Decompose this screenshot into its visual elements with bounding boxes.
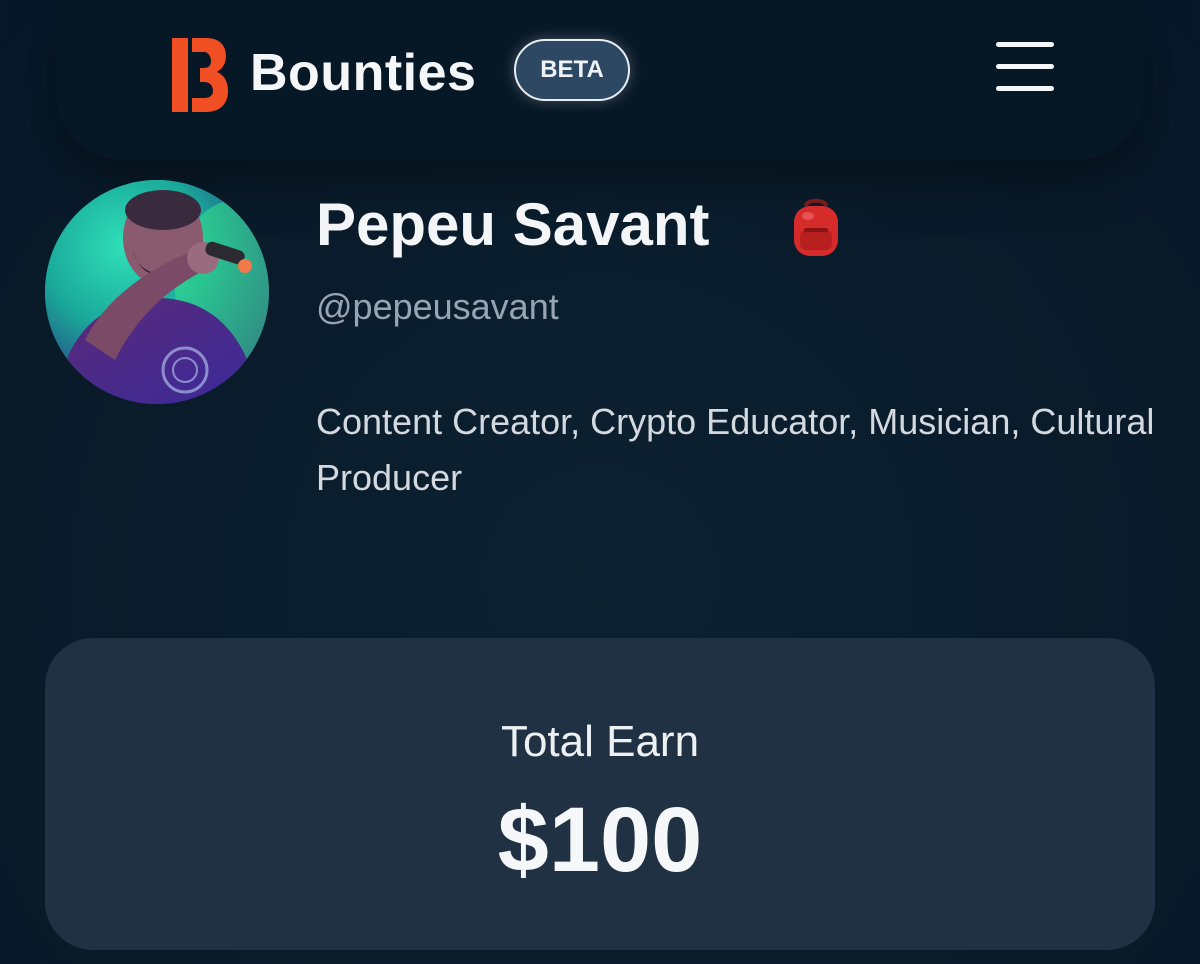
avatar-photo (45, 180, 269, 404)
profile-handle: @pepeusavant (316, 286, 559, 327)
hamburger-menu-icon[interactable] (990, 40, 1060, 92)
brand-name[interactable]: Bounties (250, 42, 476, 104)
profile-bio: Content Creator, Crypto Educator, Musici… (316, 401, 1155, 498)
beta-badge: BETA (514, 39, 630, 101)
total-earn-label: Total Earn (500, 717, 700, 766)
backpack-icon (794, 198, 838, 256)
profile-page: Bounties BETA Pepeu Savant @pepeusavant … (0, 0, 1200, 964)
total-earn-card: Total Earn $100 (45, 638, 1155, 950)
profile-name: Pepeu Savant (316, 191, 710, 258)
total-earn-value: $100 (497, 789, 703, 891)
bounties-logo-icon[interactable] (170, 36, 230, 114)
avatar[interactable] (45, 180, 269, 404)
